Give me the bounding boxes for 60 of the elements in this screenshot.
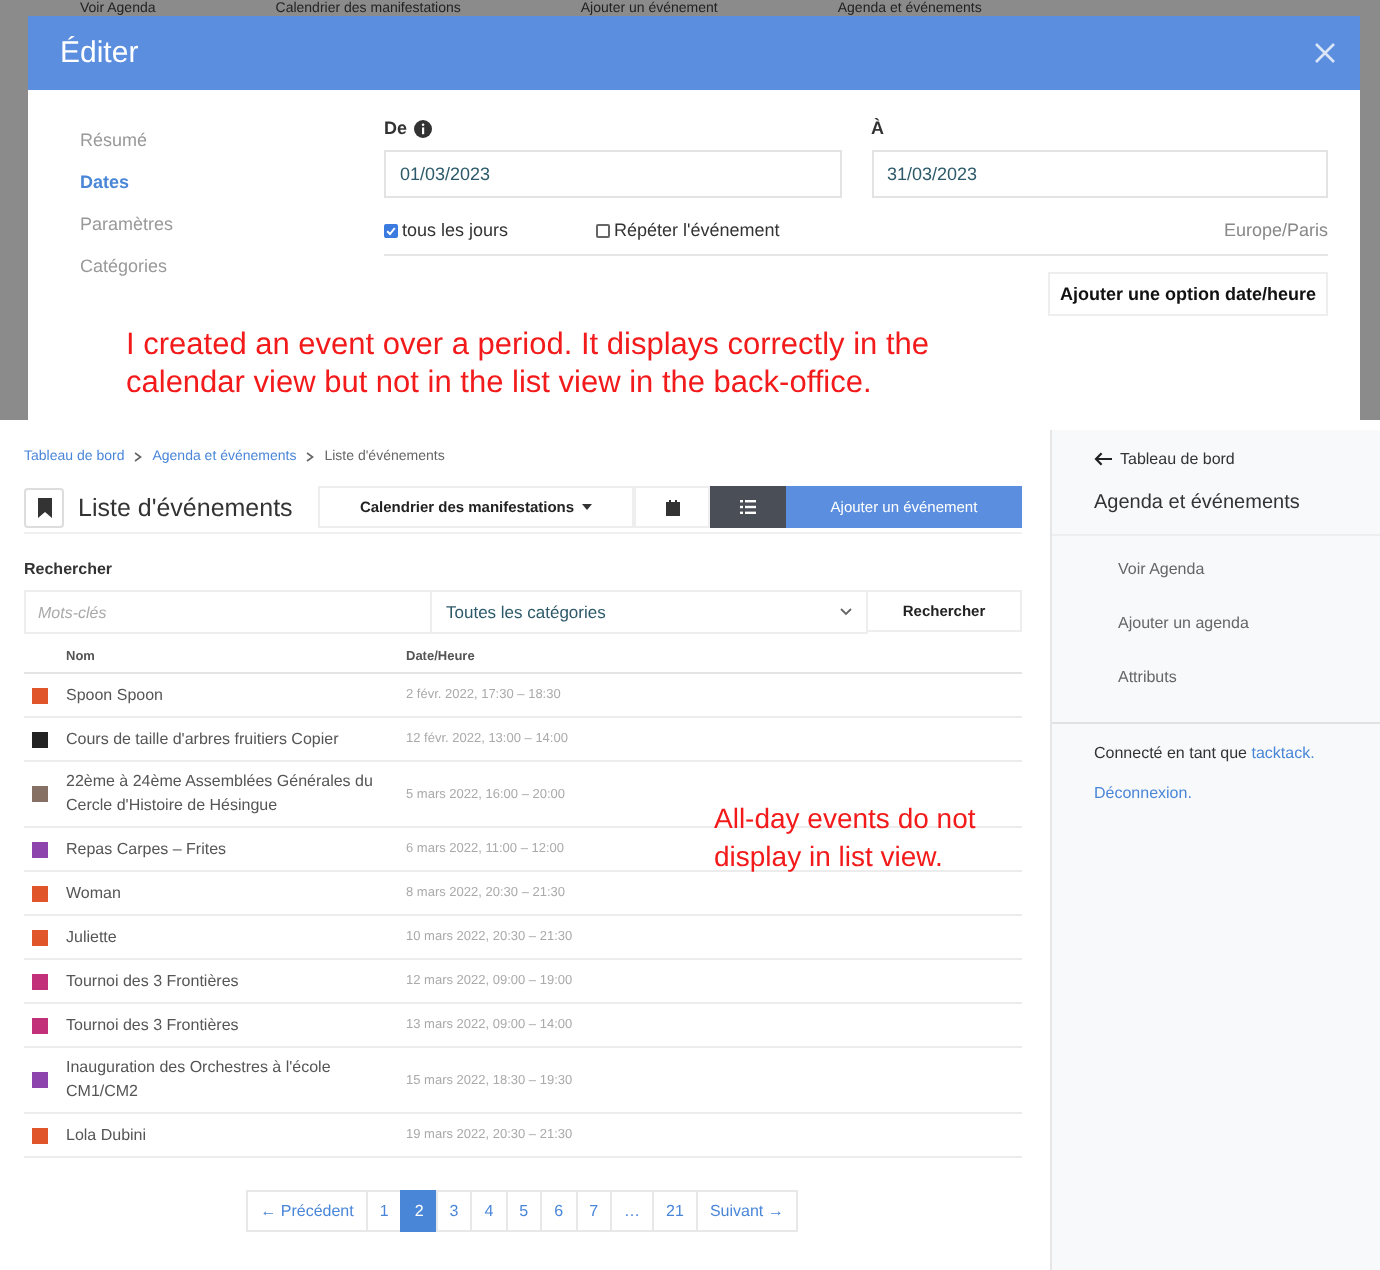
all-day-checkbox[interactable] (384, 223, 398, 237)
chevron-right-icon (306, 452, 315, 462)
event-name[interactable]: Woman (66, 873, 392, 913)
select-value: Toutes les catégories (446, 602, 606, 622)
modal-nav-item[interactable]: Paramètres (80, 214, 384, 234)
event-name[interactable]: Inauguration des Orchestres à l'école CM1/CM2 (66, 1048, 392, 1112)
chevron-right-icon (134, 452, 143, 462)
arrow-left-icon (1094, 452, 1112, 466)
checkbox-label: Répéter l'événement (614, 220, 780, 240)
event-name[interactable]: Juliette (66, 917, 392, 957)
field-label: De (384, 118, 408, 138)
info-icon (413, 119, 432, 137)
back-link[interactable]: Tableau de bord (1052, 450, 1380, 468)
close-icon[interactable] (1314, 42, 1336, 64)
connected-text: Connecté en tant que tacktack. (1092, 742, 1317, 762)
field-label: À (871, 118, 884, 138)
timezone-text: Europe/Paris (1223, 220, 1328, 240)
event-name[interactable]: Tournoi des 3 Frontières (66, 961, 392, 1001)
search-label: Rechercher (24, 560, 115, 578)
modal-nav-item[interactable]: Résumé (80, 130, 384, 150)
category-select[interactable]: Toutes les catégories (432, 590, 868, 634)
page-title: Liste d'événements (78, 493, 295, 521)
event-name[interactable]: Lola Dubini (66, 1115, 392, 1155)
sidebar-item[interactable]: Ajouter un agenda (1052, 590, 1380, 644)
annotation-text: I created an event over a period. It displays correctly in the calendar view but not in the list view in the back-office. (126, 326, 931, 402)
user-link[interactable]: tacktack. (1251, 744, 1315, 762)
caret-icon (582, 504, 593, 510)
calendar-icon (665, 499, 679, 515)
keywords-field[interactable]: Mots-clés (24, 590, 432, 634)
modal-title: Éditer (60, 36, 139, 70)
modal-nav-item[interactable]: Dates (80, 172, 384, 192)
modal-nav-item[interactable]: Catégories (80, 256, 384, 276)
page-link[interactable]: … (610, 1190, 655, 1232)
page-link[interactable]: 6 (540, 1190, 578, 1232)
calendar-view-button[interactable] (634, 486, 710, 528)
list-view-button[interactable] (710, 486, 786, 528)
checkbox-label: tous les jours (402, 220, 509, 240)
annotation-text: All-day events do not display in list view. (714, 800, 978, 876)
list-icon (740, 500, 756, 514)
chevron-down-icon (840, 608, 852, 616)
repeat-checkbox[interactable] (596, 223, 611, 237)
sidebar-item[interactable]: Attributs (1052, 644, 1380, 698)
back-link-text: Tableau de bord (1120, 450, 1235, 468)
event-name[interactable]: Cours de taille d'arbres fruitiers Copier (66, 719, 392, 759)
event-name[interactable]: Tournoi des 3 Frontières (66, 1005, 392, 1045)
next-page-link[interactable]: Suivant → (695, 1190, 798, 1232)
logout-link[interactable]: Déconnexion. (1052, 762, 1380, 802)
event-name[interactable]: Spoon Spoon (66, 675, 392, 715)
bookmark-icon (24, 487, 64, 527)
date-field[interactable]: 01/03/2023 (384, 150, 841, 198)
page-link[interactable]: 21 (652, 1190, 698, 1232)
sidebar-item[interactable]: Voir Agenda (1052, 536, 1380, 590)
previous-page-link[interactable]: ← Précédent (246, 1190, 368, 1232)
sidebar-title: Agenda et événements (1052, 468, 1380, 536)
add-date-option-button[interactable]: Ajouter une option date/heure (1047, 272, 1328, 316)
date-field[interactable]: 31/03/2023 (871, 150, 1328, 198)
page-link[interactable]: 4 (470, 1190, 508, 1232)
page-link[interactable]: 2 (400, 1190, 438, 1232)
event-name[interactable]: 22ème à 24ème Assemblées Générales du Cercle d'Histoire de Hésingue (66, 762, 392, 826)
event-name[interactable]: Repas Carpes – Frites (66, 829, 392, 869)
